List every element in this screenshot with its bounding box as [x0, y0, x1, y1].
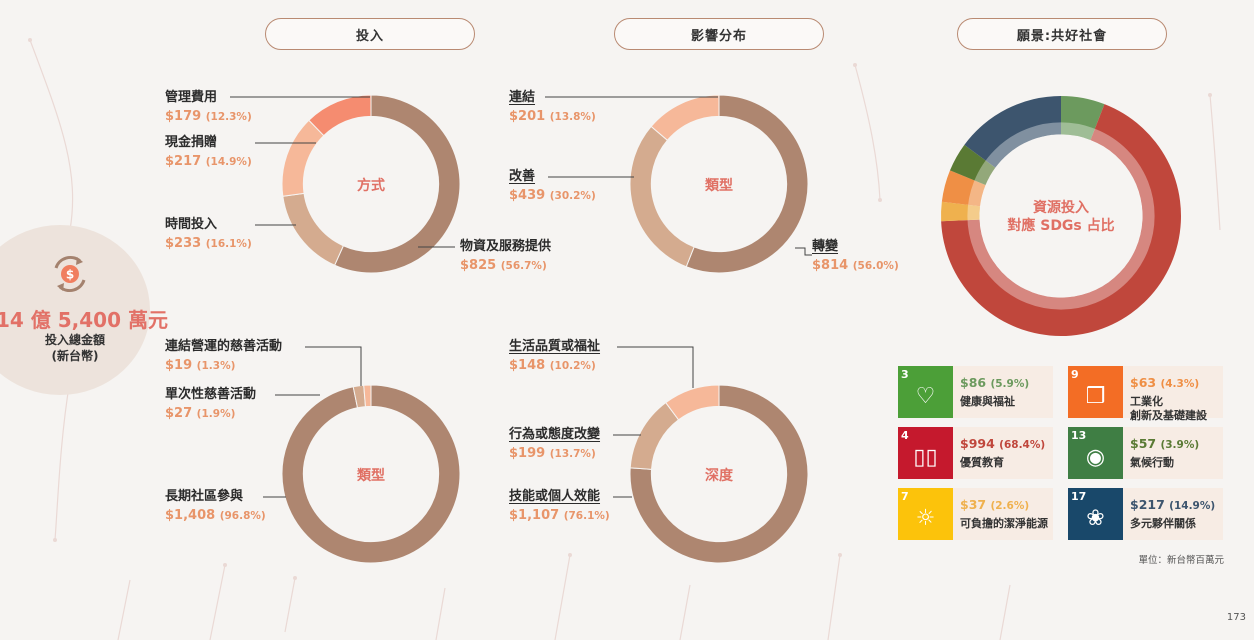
sdg-card-4: 4 ▯▯ $994 (68.4%) 優質教育 — [898, 427, 1053, 479]
chart-label: 現金捐贈 $217 (14.9%) — [165, 135, 252, 169]
chart-label: 長期社區參與 $1,408 (96.8%) — [165, 489, 266, 523]
chart-label: 時間投入 $233 (16.1%) — [165, 217, 252, 251]
sdg-card-7: 7 ☼ $37 (2.6%) 可負擔的潔淨能源 — [898, 488, 1053, 540]
chart-label: 改善 $439 (30.2%) — [509, 169, 596, 203]
chart-label: 單次性慈善活動 $27 (1.9%) — [165, 387, 257, 421]
heartbeat-icon: ♡ — [915, 384, 936, 409]
chart-label: 物資及服務提供 $825 (56.7%) — [460, 239, 552, 273]
sdg-card-13: 13 ◉ $57 (3.9%) 氣候行動 — [1068, 427, 1223, 479]
chart-label: 管理費用 $179 (12.3%) — [165, 90, 252, 124]
sdg-card-17: 17 ❀ $217 (14.9%) 多元夥伴關係 — [1068, 488, 1223, 540]
chart-label: 技能或個人效能 $1,107 (76.1%) — [509, 489, 610, 523]
sdg-card-9: 9 ❒ $63 (4.3%) 工業化 創新及基礎建設 — [1068, 366, 1223, 422]
rings-icon: ❀ — [1086, 506, 1105, 531]
sdg-card-3: 3 ♡ $86 (5.9%) 健康與福祉 — [898, 366, 1053, 418]
chart-label: 轉變 $814 (56.0%) — [812, 239, 899, 273]
eye-globe-icon: ◉ — [1085, 445, 1106, 470]
page-number: 173 — [1226, 612, 1246, 623]
chart-label: 連結 $201 (13.8%) — [509, 90, 596, 124]
unit-note: 單位：新台幣百萬元 — [1138, 555, 1224, 566]
chart-label: 行為或態度改變 $199 (13.7%) — [509, 427, 601, 461]
cubes-icon: ❒ — [1085, 384, 1106, 409]
chart-label: 生活品質或福祉 $148 (10.2%) — [509, 339, 601, 373]
chart-label: 連結營運的慈善活動 $19 (1.3%) — [165, 339, 283, 373]
book-icon: ▯▯ — [913, 445, 938, 470]
sun-power-icon: ☼ — [915, 506, 936, 531]
